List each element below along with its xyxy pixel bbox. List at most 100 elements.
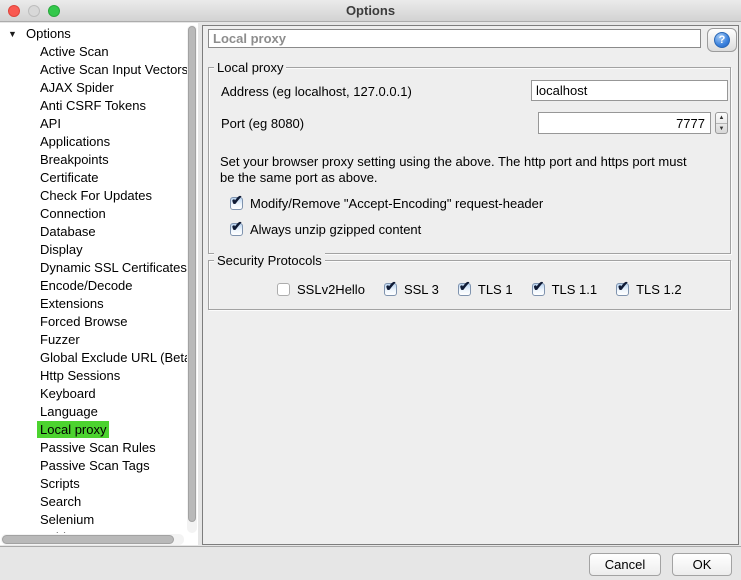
- sidebar-item-ajax-spider[interactable]: AJAX Spider: [0, 79, 198, 97]
- address-input[interactable]: [531, 80, 728, 101]
- sidebar-item-label: Spider: [37, 529, 81, 533]
- sidebar-item-options-root[interactable]: ▼ Options: [0, 25, 198, 43]
- sidebar-item-label: Breakpoints: [40, 152, 109, 167]
- options-window: Options ▼ Options Active Scan Active Scan…: [0, 0, 741, 580]
- sidebar-item-scripts[interactable]: Scripts: [0, 475, 198, 493]
- dialog-footer: Cancel OK: [0, 546, 741, 580]
- sidebar-horizontal-scrollbar[interactable]: [1, 534, 184, 545]
- sidebar-item-label: Global Exclude URL (Beta: [40, 350, 192, 365]
- protocol-checkbox-tls-1-2[interactable]: ✔ TLS 1.2: [616, 278, 682, 297]
- sidebar-item-label: Keyboard: [40, 386, 96, 401]
- proxy-note-text: Set your browser proxy setting using the…: [220, 154, 687, 185]
- sidebar-item-label: Encode/Decode: [40, 278, 133, 293]
- sidebar-item-spider[interactable]: Spider: [0, 529, 198, 533]
- sidebar-item-fuzzer[interactable]: Fuzzer: [0, 331, 198, 349]
- options-tree-sidebar: ▼ Options Active Scan Active Scan Input V…: [0, 23, 198, 545]
- sidebar-item-connection[interactable]: Connection: [0, 205, 198, 223]
- protocol-checkbox-tls-1[interactable]: ✔ TLS 1: [457, 278, 513, 297]
- sidebar-item-passive-scan-tags[interactable]: Passive Scan Tags: [0, 457, 198, 475]
- checkbox-checked-icon[interactable]: ✔: [616, 278, 630, 296]
- panel-title-field[interactable]: [208, 29, 701, 48]
- checkbox-label: Modify/Remove "Accept-Encoding" request-…: [250, 196, 544, 211]
- sidebar-item-label: Database: [40, 224, 96, 239]
- sidebar-item-check-for-updates[interactable]: Check For Updates: [0, 187, 198, 205]
- sidebar-item-applications[interactable]: Applications: [0, 133, 198, 151]
- sidebar-item-active-scan[interactable]: Active Scan: [0, 43, 198, 61]
- checkbox-label: SSL 3: [403, 282, 439, 297]
- sidebar-item-breakpoints[interactable]: Breakpoints: [0, 151, 198, 169]
- sidebar-item-label: Dynamic SSL Certificates: [40, 260, 187, 275]
- sidebar-item-label: Active Scan Input Vectors: [40, 62, 189, 77]
- tree-expand-icon[interactable]: ▼: [8, 25, 17, 43]
- checkbox-checked-icon[interactable]: ✔: [383, 278, 397, 296]
- sidebar-item-certificate[interactable]: Certificate: [0, 169, 198, 187]
- checkbox-checked-icon[interactable]: ✔: [531, 278, 545, 296]
- group-title: Security Protocols: [214, 253, 325, 268]
- sidebar-item-api[interactable]: API: [0, 115, 198, 133]
- sidebar-item-label: Selenium: [40, 512, 95, 527]
- check-mark-icon: ✔: [617, 278, 629, 294]
- sidebar-item-keyboard[interactable]: Keyboard: [0, 385, 198, 403]
- proxy-options-list: ✔ Modify/Remove "Accept-Encoding" request…: [230, 192, 544, 248]
- protocol-checkbox-sslv2hello[interactable]: SSLv2Hello: [277, 282, 365, 297]
- sidebar-item-label: Applications: [40, 134, 111, 149]
- sidebar-item-label: Language: [40, 404, 98, 419]
- sidebar-item-global-exclude-url-beta[interactable]: Global Exclude URL (Beta: [0, 349, 198, 367]
- checkbox-checked-icon[interactable]: ✔: [230, 218, 243, 236]
- check-mark-icon: ✔: [532, 278, 545, 294]
- sidebar-item-encode-decode[interactable]: Encode/Decode: [0, 277, 198, 295]
- window-title: Options: [345, 3, 396, 18]
- checkbox-checked-icon[interactable]: ✔: [457, 278, 471, 296]
- checkbox-checked-icon[interactable]: ✔: [230, 192, 243, 210]
- sidebar-item-label: Certificate: [40, 170, 99, 185]
- check-mark-icon: ✔: [231, 218, 243, 234]
- checkbox-modify-remove-accept-encoding-request-header[interactable]: ✔ Modify/Remove "Accept-Encoding" request…: [230, 192, 544, 211]
- sidebar-item-search[interactable]: Search: [0, 493, 198, 511]
- sidebar-item-label: Fuzzer: [40, 332, 80, 347]
- ok-button[interactable]: OK: [672, 553, 732, 576]
- port-input[interactable]: [538, 112, 711, 134]
- cancel-button[interactable]: Cancel: [589, 553, 661, 576]
- sidebar-item-label: Display: [40, 242, 83, 257]
- sidebar-item-label: Active Scan: [40, 44, 109, 59]
- sidebar-item-label: Local proxy: [37, 421, 110, 438]
- sidebar-vertical-scrollbar[interactable]: [187, 25, 197, 533]
- title-bar: Options: [0, 0, 741, 22]
- sidebar-tree: ▼ Options Active Scan Active Scan Input V…: [0, 23, 198, 533]
- vertical-scrollbar-thumb[interactable]: [188, 26, 196, 522]
- sidebar-item-passive-scan-rules[interactable]: Passive Scan Rules: [0, 439, 198, 457]
- sidebar-item-label: API: [40, 116, 61, 131]
- protocol-checkbox-ssl-3[interactable]: ✔ SSL 3: [383, 278, 439, 297]
- sidebar-item-dynamic-ssl-certificates[interactable]: Dynamic SSL Certificates: [0, 259, 198, 277]
- checkbox-label: TLS 1: [477, 282, 513, 297]
- check-mark-icon: ✔: [384, 278, 397, 294]
- sidebar-item-label: Anti CSRF Tokens: [40, 98, 146, 113]
- checkbox-unchecked-icon[interactable]: [277, 283, 290, 296]
- check-mark-icon: ✔: [231, 192, 243, 208]
- sidebar-item-selenium[interactable]: Selenium: [0, 511, 198, 529]
- checkbox-label: Always unzip gzipped content: [250, 222, 422, 237]
- checkbox-label: TLS 1.1: [551, 282, 598, 297]
- sidebar-item-label: Check For Updates: [40, 188, 152, 203]
- local-proxy-group: Local proxy Address (eg localhost, 127.0…: [208, 60, 731, 254]
- checkbox-always-unzip-gzipped-content[interactable]: ✔ Always unzip gzipped content: [230, 218, 543, 237]
- sidebar-item-database[interactable]: Database: [0, 223, 198, 241]
- stepper-up-icon[interactable]: ▲: [716, 113, 727, 124]
- sidebar-item-anti-csrf-tokens[interactable]: Anti CSRF Tokens: [0, 97, 198, 115]
- sidebar-item-extensions[interactable]: Extensions: [0, 295, 198, 313]
- group-title: Local proxy: [214, 60, 287, 75]
- stepper-down-icon[interactable]: ▼: [716, 124, 727, 134]
- sidebar-item-local-proxy[interactable]: Local proxy: [0, 421, 198, 439]
- protocols-list: SSLv2Hello ✔ SSL 3 ✔ TLS 1 ✔ TLS 1.1 ✔ TLS 1.2: [277, 278, 682, 297]
- sidebar-item-active-scan-input-vectors[interactable]: Active Scan Input Vectors: [0, 61, 198, 79]
- help-button[interactable]: ?: [707, 28, 737, 52]
- sidebar-item-language[interactable]: Language: [0, 403, 198, 421]
- sidebar-item-label: Forced Browse: [40, 314, 128, 329]
- horizontal-scrollbar-thumb[interactable]: [2, 535, 174, 544]
- sidebar-item-forced-browse[interactable]: Forced Browse: [0, 313, 198, 331]
- address-label: Address (eg localhost, 127.0.0.1): [221, 84, 412, 99]
- sidebar-item-display[interactable]: Display: [0, 241, 198, 259]
- sidebar-item-label: AJAX Spider: [40, 80, 114, 95]
- sidebar-item-http-sessions[interactable]: Http Sessions: [0, 367, 198, 385]
- protocol-checkbox-tls-1-1[interactable]: ✔ TLS 1.1: [531, 278, 598, 297]
